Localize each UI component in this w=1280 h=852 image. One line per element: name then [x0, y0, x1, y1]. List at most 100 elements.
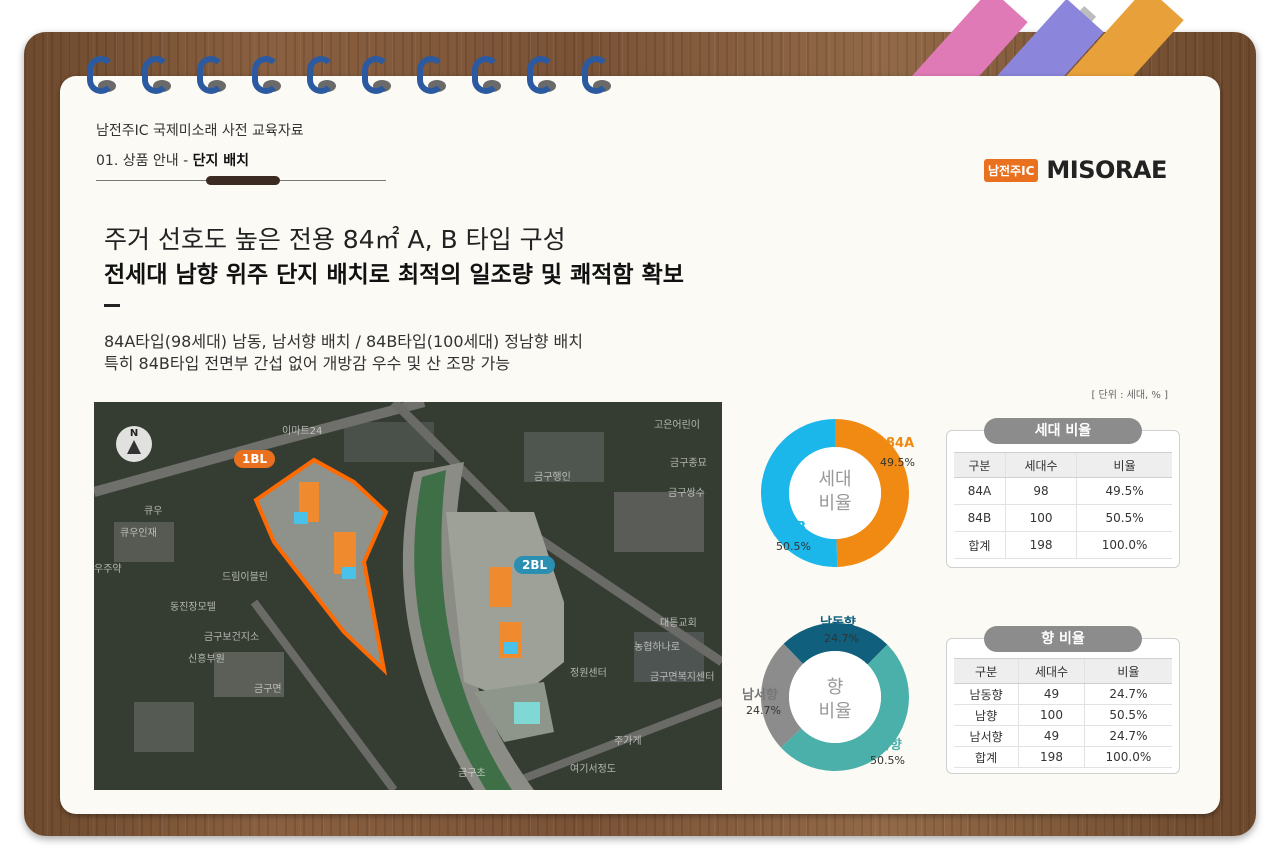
map-place-label: 주가게 [614, 736, 642, 747]
table-cell: 남향 [954, 704, 1019, 726]
brand-logo: 남전주IC MISORAE [984, 156, 1167, 184]
map-place-label: 드림이블린 [222, 572, 268, 583]
table-cell: 98 [1004, 477, 1077, 505]
map-place-label: 동진장모텔 [170, 602, 216, 613]
map-place-label: 금구행인 [534, 472, 571, 483]
donut1-label-84b: 84B [778, 520, 806, 535]
table-cell: 198 [1004, 531, 1077, 559]
donut1-center-line2: 비율 [818, 493, 852, 514]
table-cell: 49 [1018, 683, 1085, 705]
donut2-label-southwest: 남서향 [742, 688, 778, 703]
table-cell: 남동향 [954, 683, 1019, 705]
map-place-label: 고은어린이 [654, 420, 700, 431]
table-cell: 100 [1004, 504, 1077, 532]
table-cell: 49.5% [1076, 477, 1172, 505]
table-row: 남서향 49 24.7% [954, 725, 1172, 747]
table-header: 구분 [954, 452, 1006, 478]
table-row: 남동향 49 24.7% [954, 683, 1172, 705]
donut1-label-84a: 84A [886, 436, 915, 451]
map-place-label: 대통교회 [660, 618, 697, 629]
binding-ring-icon [304, 54, 342, 96]
table-cell: 24.7% [1083, 725, 1172, 747]
orientation-table-title: 향 비율 [984, 626, 1142, 652]
donut1-center-line1: 세대 [818, 469, 852, 490]
breadcrumb-indicator [206, 176, 280, 185]
map-place-label: 정원센터 [570, 668, 607, 679]
orientation-table: 구분 세대수 비율 남동향 49 24.7% 남향 100 50.5% 남서향 … [954, 658, 1172, 768]
spiral-binding [84, 54, 617, 96]
table-cell: 24.7% [1083, 683, 1172, 705]
binding-ring-icon [524, 54, 562, 96]
binding-ring-icon [469, 54, 507, 96]
table-row: 합계 198 100.0% [954, 746, 1172, 768]
donut1-pct-84a: 49.5% [880, 456, 915, 469]
table-cell: 합계 [954, 746, 1019, 768]
map-place-label: 큐우 [144, 506, 163, 517]
table-cell: 합계 [954, 531, 1006, 559]
map-place-label: 금구면복지센터 [650, 672, 715, 683]
map-place-label: 여기서정도 [570, 764, 616, 775]
donut1-center-label: 세대 비율 [796, 468, 874, 516]
table-cell: 50.5% [1083, 704, 1172, 726]
table-cell: 100 [1018, 704, 1085, 726]
table-cell: 남서향 [954, 725, 1019, 747]
table-row: 84B 100 50.5% [954, 504, 1172, 532]
block-1-label: 1BL [234, 450, 276, 468]
block-2-label: 2BL [514, 556, 556, 574]
donut2-pct-southwest: 24.7% [746, 704, 781, 717]
map-place-label: 금구쌍수 [668, 488, 705, 499]
compass-arrow-icon [127, 440, 141, 454]
map-place-label: 금구종묘 [670, 458, 707, 469]
description-line-1: 84A타입(98세대) 남동, 남서향 배치 / 84B타입(100세대) 정남… [104, 332, 583, 351]
north-compass: N [116, 426, 152, 462]
binding-loop [307, 56, 335, 94]
donut2-label-southeast: 남동향 [820, 616, 856, 631]
table-header: 세대수 [1004, 452, 1077, 478]
binding-loop [87, 56, 115, 94]
compass-letter: N [129, 428, 139, 439]
table-cell: 198 [1018, 746, 1085, 768]
map-place-label: 농협하나로 [634, 642, 680, 653]
binding-ring-icon [194, 54, 232, 96]
binding-ring-icon [139, 54, 177, 96]
brand-name: MISORAE [1046, 156, 1167, 184]
headline-dash [104, 304, 120, 307]
brand-tag: 남전주IC [984, 158, 1039, 182]
headline-secondary: 전세대 남향 위주 단지 배치로 최적의 일조량 및 쾌적함 확보 [104, 262, 684, 288]
binding-loop [417, 56, 445, 94]
breadcrumb-section: 01. 상품 안내 - [96, 153, 189, 169]
binding-loop [362, 56, 390, 94]
map-place-label: 금구초 [458, 768, 486, 779]
doc-title: 남전주IC 국제미소래 사전 교육자료 [96, 123, 304, 139]
binding-ring-icon [579, 54, 617, 96]
table-cell: 100.0% [1083, 746, 1172, 768]
donut2-center-label: 향 비율 [796, 676, 874, 724]
map-place-label: 금구면 [254, 684, 282, 695]
table-cell: 49 [1018, 725, 1085, 747]
binding-loop [527, 56, 555, 94]
table-cell: 50.5% [1076, 504, 1172, 532]
binding-loop [197, 56, 225, 94]
donut2-label-south: 정남향 [866, 738, 902, 753]
breadcrumb: 01. 상품 안내 - 단지 배치 [96, 150, 249, 170]
description-line-2: 특히 84B타입 전면부 간섭 없어 개방감 우수 및 산 조망 가능 [104, 354, 511, 373]
binding-loop [472, 56, 500, 94]
map-place-label: 우주약 [94, 564, 122, 575]
donut2-center-line2: 비율 [818, 701, 852, 722]
map-place-label: 신흥부원 [188, 654, 225, 665]
table-cell: 84A [954, 477, 1006, 505]
table-header: 비율 [1083, 658, 1172, 684]
site-aerial-map: N 1BL 2BL 이마트24 고은어린이 금구종묘 금구쌍수 동진장모텔 드림… [94, 402, 722, 790]
map-place-label: 큐우인재 [120, 528, 157, 539]
binding-ring-icon [414, 54, 452, 96]
table-row: 남향 100 50.5% [954, 704, 1172, 726]
donut1-pct-84b: 50.5% [776, 540, 811, 553]
donut2-pct-south: 50.5% [870, 754, 905, 767]
table-cell: 84B [954, 504, 1006, 532]
donut2-center-line1: 향 [826, 677, 844, 698]
table-header: 세대수 [1018, 658, 1085, 684]
table-row: 84A 98 49.5% [954, 477, 1172, 505]
table-header: 비율 [1076, 452, 1172, 478]
unit-note: [ 단위 : 세대, % ] [1091, 390, 1168, 401]
binding-ring-icon [359, 54, 397, 96]
